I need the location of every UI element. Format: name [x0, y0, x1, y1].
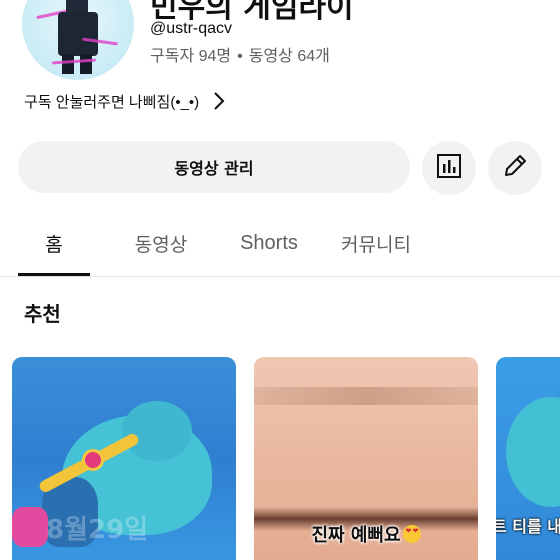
tab-shorts[interactable]: Shorts	[226, 212, 312, 274]
shorts-card[interactable]: 트 티를 내	[496, 357, 560, 560]
chevron-right-icon	[213, 92, 225, 110]
description-text: 구독 안눌러주면 나삐짐(•_•)	[24, 93, 200, 111]
heart-eyes-emoji-icon	[402, 525, 421, 543]
avatar-figure-leg	[80, 54, 92, 74]
tabs-divider	[0, 276, 560, 277]
channel-stats: 구독자 94명 • 동영상 64개	[150, 42, 330, 66]
shorts-card[interactable]: 8월29일	[12, 357, 236, 560]
shorts-card[interactable]: 진짜 예뻐요	[254, 357, 478, 560]
card-caption: 진짜 예뻐요	[254, 521, 478, 547]
tab-home[interactable]: 홈	[18, 212, 90, 274]
card-caption: 트 티를 내	[496, 517, 560, 536]
edit-pencil-icon	[502, 153, 528, 183]
channel-description[interactable]: 구독 안눌러주면 나삐짐(•_•)	[24, 88, 225, 114]
tab-videos[interactable]: 동영상	[118, 212, 204, 274]
channel-avatar[interactable]	[22, 0, 134, 80]
tab-community[interactable]: 커뮤니티	[330, 212, 422, 274]
card-thumbnail-shape	[254, 387, 478, 405]
channel-tabs: 홈 동영상 Shorts 커뮤니티	[0, 212, 560, 276]
avatar-figure-body	[58, 12, 98, 56]
edit-channel-button[interactable]	[488, 141, 542, 195]
subscriber-count: 구독자 94명	[150, 48, 232, 65]
avatar-figure-leg	[62, 54, 74, 74]
card-thumbnail-shape	[12, 507, 48, 547]
manage-videos-button[interactable]: 동영상 관리	[18, 141, 410, 193]
card-caption-text: 진짜 예뻐요	[311, 525, 401, 546]
channel-handle: @ustr-qacv	[150, 20, 233, 37]
stats-separator: •	[237, 48, 243, 65]
video-count: 동영상 64개	[248, 48, 330, 65]
card-watermark: 8월29일	[46, 515, 149, 545]
section-title: 추천	[24, 302, 61, 326]
card-thumbnail-shape	[506, 397, 560, 507]
analytics-button[interactable]	[422, 141, 476, 195]
analytics-icon	[436, 153, 462, 183]
card-thumbnail-shape	[122, 401, 192, 461]
card-thumbnail-shape	[82, 449, 104, 471]
